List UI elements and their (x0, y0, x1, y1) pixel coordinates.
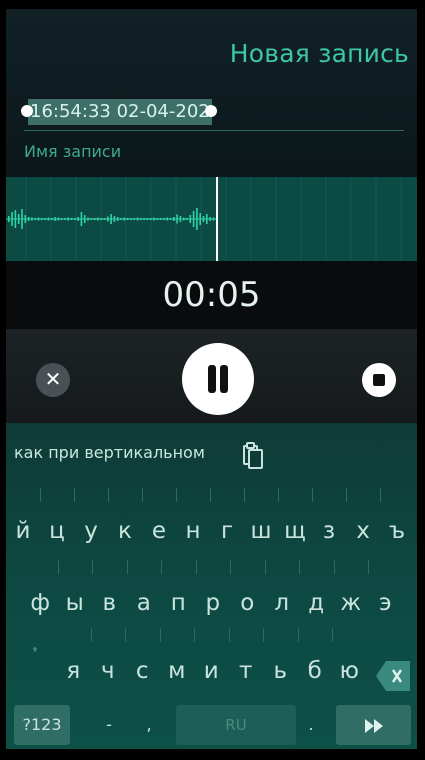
key-б[interactable]: б (298, 646, 333, 696)
key-separator (126, 560, 128, 574)
key-с[interactable]: с (125, 646, 160, 696)
key-ж[interactable]: ж (334, 578, 369, 628)
key-separator (210, 488, 211, 502)
key-separator (176, 488, 177, 502)
waveform-graph (6, 177, 402, 261)
key-у[interactable]: у (74, 506, 108, 556)
word-suggestion[interactable]: как при вертикальном (14, 443, 205, 462)
key-separator (90, 628, 92, 642)
key-в[interactable]: в (92, 578, 127, 628)
key-separator (278, 488, 279, 502)
key-щ[interactable]: щ (278, 506, 312, 556)
pause-button[interactable] (182, 343, 254, 415)
keyboard-row-1: йцукенгшщзхъ (6, 488, 417, 556)
key-о[interactable]: о (230, 578, 265, 628)
key-э[interactable]: э (368, 578, 403, 628)
key-е[interactable]: е (142, 506, 176, 556)
key-к[interactable]: к (108, 506, 142, 556)
key-separator (108, 488, 109, 502)
key-ы[interactable]: ы (58, 578, 93, 628)
key-п[interactable]: п (161, 578, 196, 628)
key-separator (230, 560, 231, 574)
key-separator (74, 488, 75, 502)
key-и[interactable]: и (194, 646, 229, 696)
enter-key[interactable] (336, 705, 411, 745)
key-separator (264, 560, 266, 574)
timer-area: 00:05 (6, 261, 417, 329)
recording-name-label: Имя записи (24, 142, 122, 161)
recording-name-input[interactable]: 16:54:33 02-04-2020 (28, 99, 212, 125)
header: Новая запись 16:54:33 02-04-2020 Имя зап… (6, 9, 417, 177)
key-separator (332, 628, 333, 642)
key-separator (263, 628, 264, 642)
input-underline (24, 130, 404, 131)
key-л[interactable]: л (265, 578, 300, 628)
space-key[interactable]: RU (176, 705, 296, 745)
key-ю[interactable]: ю (332, 646, 367, 696)
key-separator (194, 628, 195, 642)
key-separator (380, 488, 381, 502)
key-separator (125, 628, 126, 642)
key-separator (92, 560, 93, 574)
virtual-keyboard: как при вертикальном йцукенгшщзхъ фывапр… (6, 423, 417, 749)
waveform-view (6, 177, 417, 261)
keyboard-bottom-row: ?123 - , RU . (6, 705, 417, 749)
key-м[interactable]: м (160, 646, 195, 696)
key-я[interactable]: я (56, 646, 91, 696)
key-separator (368, 560, 369, 574)
key-н[interactable]: н (176, 506, 210, 556)
key-separator (299, 560, 300, 574)
key-т[interactable]: т (229, 646, 264, 696)
key-ъ[interactable]: ъ (380, 506, 414, 556)
key-separator (195, 560, 197, 574)
key-separator (244, 488, 245, 502)
selection-start-handle[interactable] (21, 105, 33, 117)
key-separator (40, 488, 41, 502)
key-з[interactable]: з (312, 506, 346, 556)
voice-recorder-app: Новая запись 16:54:33 02-04-2020 Имя зап… (6, 9, 417, 749)
key-й[interactable]: й (6, 506, 40, 556)
key-ш[interactable]: ш (244, 506, 278, 556)
key-ц[interactable]: ц (40, 506, 74, 556)
recording-name-field[interactable]: 16:54:33 02-04-2020 (21, 97, 404, 133)
period-key[interactable]: . (296, 705, 326, 745)
recording-controls: ✕ (6, 329, 417, 423)
page-title: Новая запись (229, 39, 409, 68)
shift-icon[interactable] (16, 646, 54, 686)
dash-key[interactable]: - (94, 705, 124, 745)
key-г[interactable]: г (210, 506, 244, 556)
close-icon: ✕ (44, 367, 62, 391)
elapsed-timer: 00:05 (162, 275, 261, 315)
key-separator (297, 628, 299, 642)
stop-button[interactable] (362, 363, 396, 397)
key-р[interactable]: р (196, 578, 231, 628)
stop-icon (373, 374, 385, 386)
comma-key[interactable]: , (134, 705, 164, 745)
key-ч[interactable]: ч (91, 646, 126, 696)
key-separator (333, 560, 335, 574)
fast-forward-icon (364, 718, 383, 733)
cancel-recording-button[interactable]: ✕ (36, 363, 70, 397)
backspace-icon[interactable] (376, 661, 410, 691)
key-separator (161, 560, 162, 574)
key-separator (142, 488, 143, 502)
keyboard-row-2: фывапролджэ (6, 560, 417, 628)
key-д[interactable]: д (299, 578, 334, 628)
key-х[interactable]: х (346, 506, 380, 556)
suggestion-text: как при вертикальном (14, 443, 205, 462)
symbols-key[interactable]: ?123 (14, 705, 70, 745)
key-а[interactable]: а (127, 578, 162, 628)
key-separator (346, 488, 347, 502)
key-separator (312, 488, 313, 502)
keyboard-row-3: ячсмитьбю (6, 628, 417, 696)
key-separator (57, 560, 59, 574)
clipboard-icon[interactable] (242, 441, 264, 469)
selection-end-handle[interactable] (205, 105, 217, 117)
key-ф[interactable]: ф (23, 578, 58, 628)
key-separator (228, 628, 230, 642)
key-separator (159, 628, 161, 642)
key-ь[interactable]: ь (263, 646, 298, 696)
